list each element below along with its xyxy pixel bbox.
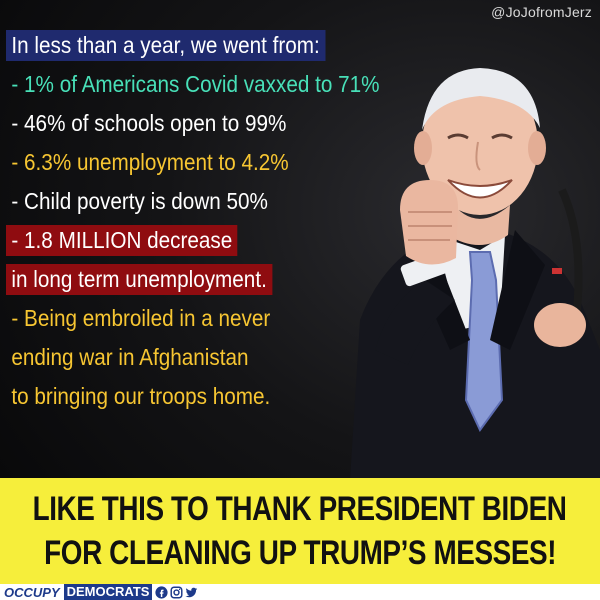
list-item-text: - 1% of Americans Covid vaxxed to 71% (11, 71, 380, 97)
footer-bar: OCCUPY DEMOCRATS (0, 584, 600, 600)
list-item: - 6.3% unemployment to 4.2% (6, 147, 476, 186)
list-item-text: - 6.3% unemployment to 4.2% (11, 149, 289, 175)
author-handle: @JoJofromJerz (491, 4, 592, 20)
list-item: ending war in Afghanistan (6, 342, 476, 381)
brand-democrats: DEMOCRATS (63, 584, 153, 600)
list-item: - Child poverty is down 50% (6, 186, 476, 225)
list-item-text: - Being embroiled in a never (11, 305, 271, 331)
list-item-text-highlight: - 1.8 MILLION decrease (6, 225, 238, 256)
call-to-action-banner: LIKE THIS TO THANK PRESIDENT BIDEN FOR C… (0, 478, 600, 584)
twitter-icon[interactable] (185, 586, 198, 599)
list-item-text: ending war in Afghanistan (11, 344, 249, 370)
list-item: - 1% of Americans Covid vaxxed to 71% (6, 69, 476, 108)
list-item-text-highlight: in long term unemployment. (6, 264, 273, 295)
facebook-icon[interactable] (155, 585, 169, 599)
list-item: in long term unemployment. (6, 264, 476, 303)
list-item: - Being embroiled in a never (6, 303, 476, 342)
banner-line: FOR CLEANING UP TRUMP’S MESSES! (44, 534, 556, 572)
list-item-text: to bringing our troops home. (11, 383, 271, 409)
social-icons (155, 585, 198, 599)
headline-row: In less than a year, we went from: (6, 30, 476, 69)
instagram-icon[interactable] (170, 585, 183, 599)
message-list: In less than a year, we went from: - 1% … (6, 30, 476, 420)
brand-occupy: OCCUPY (4, 584, 60, 600)
list-item-text: - Child poverty is down 50% (11, 188, 268, 214)
list-item: - 1.8 MILLION decrease (6, 225, 476, 264)
list-item: to bringing our troops home. (6, 381, 476, 420)
meme-graphic: @JoJofromJerz In less than a year, we we… (0, 0, 600, 600)
headline: In less than a year, we went from: (6, 30, 326, 61)
banner-line: LIKE THIS TO THANK PRESIDENT BIDEN (33, 490, 567, 528)
list-item: - 46% of schools open to 99% (6, 108, 476, 147)
list-item-text: - 46% of schools open to 99% (11, 110, 287, 136)
brand-logo: OCCUPY DEMOCRATS (4, 584, 198, 600)
